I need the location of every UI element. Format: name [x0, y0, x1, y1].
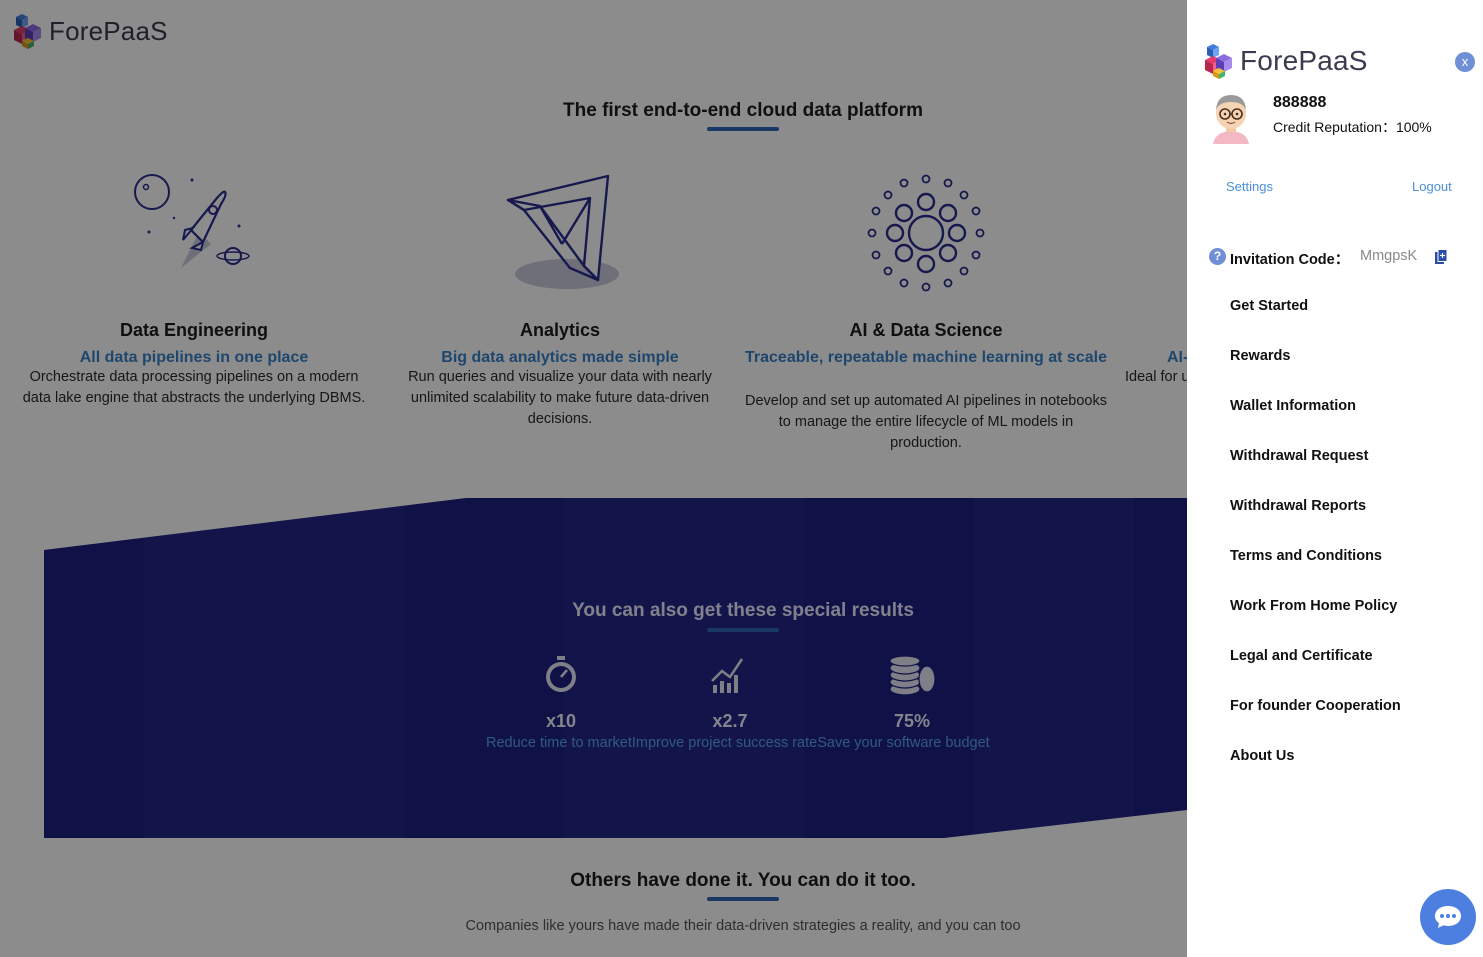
copy-icon[interactable] [1434, 249, 1448, 265]
invitation-code-value: MmgpsK [1360, 248, 1418, 264]
user-drawer: ForePaaS x 888888 Credit Reputation：100%… [1187, 0, 1483, 957]
menu-item-rewards[interactable]: Rewards [1230, 348, 1401, 398]
logout-link[interactable]: Logout [1412, 179, 1452, 194]
menu-item-legal-and-certificate[interactable]: Legal and Certificate [1230, 648, 1401, 698]
settings-link[interactable]: Settings [1226, 179, 1273, 194]
menu-item-founder-cooperation[interactable]: For founder Cooperation [1230, 698, 1401, 748]
drawer-menu: Get Started Rewards Wallet Information W… [1230, 298, 1401, 798]
credit-reputation: Credit Reputation：100% [1273, 119, 1432, 135]
menu-item-wallet-information[interactable]: Wallet Information [1230, 398, 1401, 448]
invitation-code-label: Invitation Code： [1230, 252, 1350, 268]
menu-item-about-us[interactable]: About Us [1230, 748, 1401, 798]
drawer-forepaas-logo: ForePaaS [1204, 40, 1368, 82]
brand-wordmark: ForePaaS [1240, 45, 1368, 76]
chat-bubble-icon [1435, 906, 1461, 928]
menu-item-withdrawal-request[interactable]: Withdrawal Request [1230, 448, 1401, 498]
forepaas-logo-icon [1205, 44, 1232, 79]
menu-item-terms-and-conditions[interactable]: Terms and Conditions [1230, 548, 1401, 598]
avatar [1213, 95, 1249, 144]
menu-item-get-started[interactable]: Get Started [1230, 298, 1401, 348]
menu-item-work-from-home-policy[interactable]: Work From Home Policy [1230, 598, 1401, 648]
help-icon[interactable]: ? [1209, 248, 1226, 265]
modal-backdrop[interactable] [0, 0, 1187, 957]
username: 888888 [1273, 94, 1327, 111]
chat-button[interactable] [1420, 889, 1476, 945]
close-drawer-button[interactable]: x [1455, 52, 1475, 72]
menu-item-withdrawal-reports[interactable]: Withdrawal Reports [1230, 498, 1401, 548]
